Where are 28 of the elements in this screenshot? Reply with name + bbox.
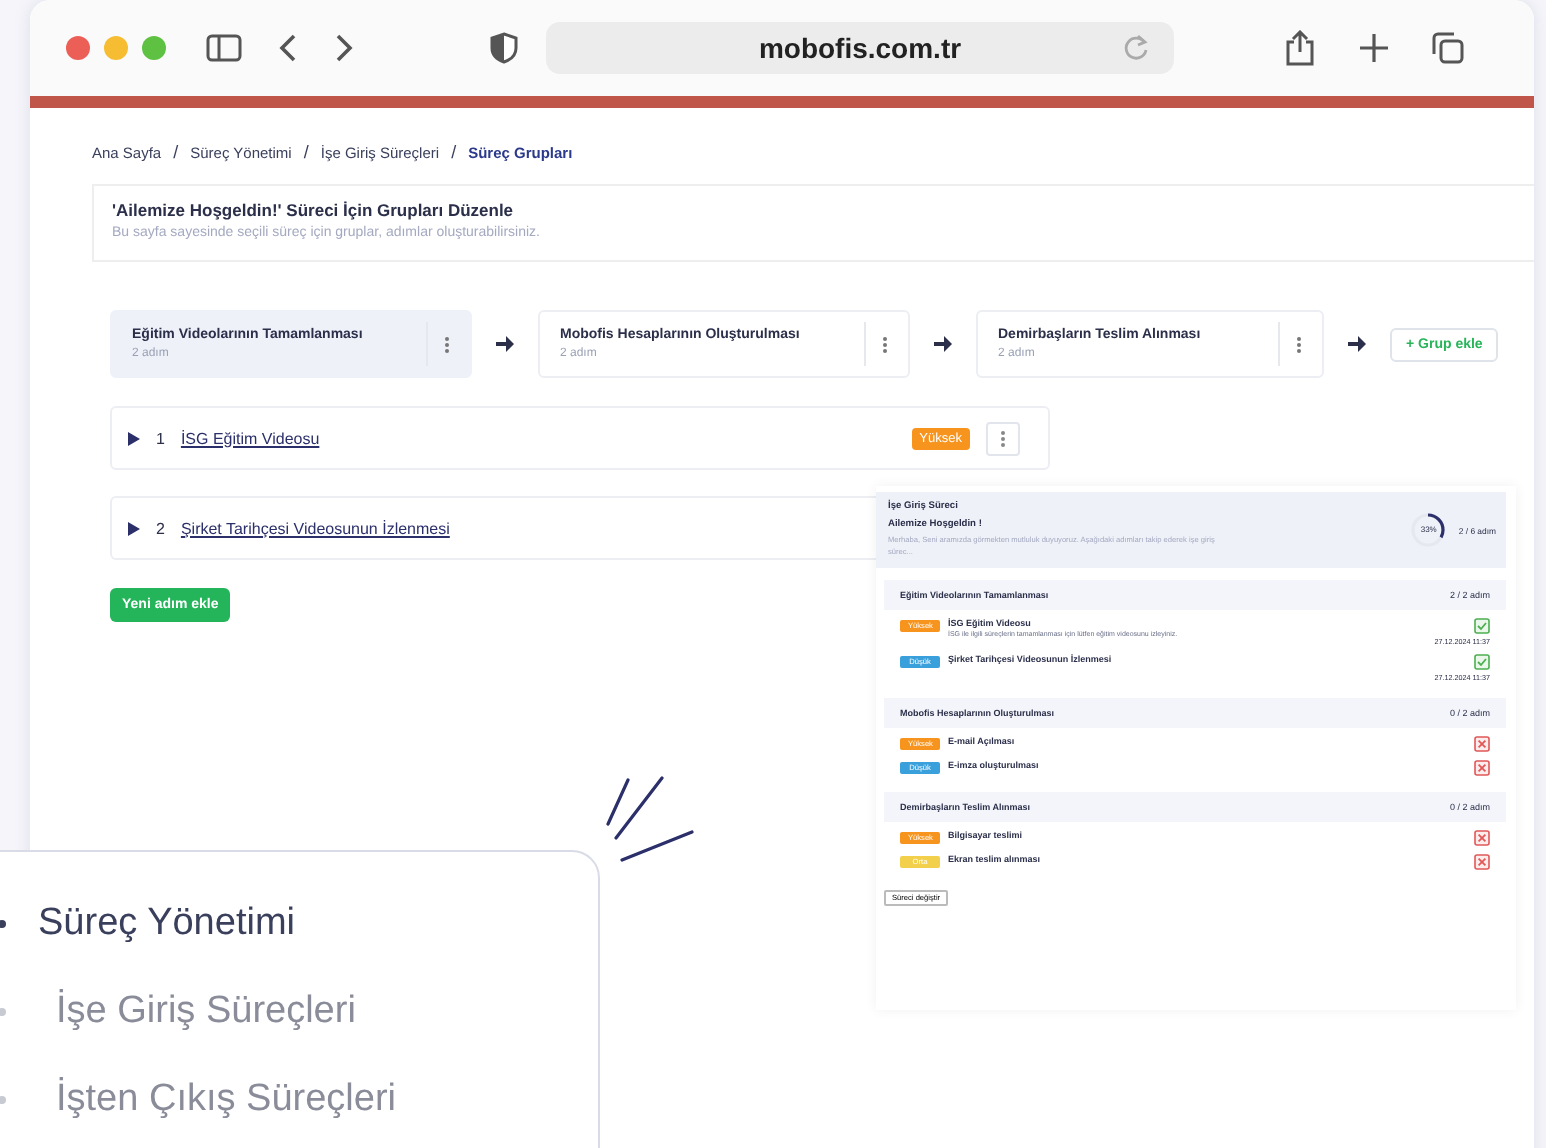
sidebar-icon[interactable] — [206, 34, 242, 62]
arrow-right-icon — [1348, 336, 1366, 352]
step-link[interactable]: İSG Eğitim Videosu — [180, 429, 320, 447]
expand-icon[interactable] — [128, 521, 140, 535]
more-icon[interactable] — [882, 335, 888, 353]
breadcrumb-separator: / — [173, 142, 179, 162]
shield-icon[interactable] — [490, 32, 518, 64]
arrow-right-icon — [934, 336, 952, 352]
forward-icon[interactable] — [334, 34, 354, 62]
step-number: 2 — [156, 519, 165, 537]
menu-item[interactable]: Süreç Yönetimi — [0, 880, 598, 968]
close-button[interactable] — [66, 36, 90, 60]
step-link[interactable]: Şirket Tarihçesi Videosunun İzlenmesi — [180, 519, 450, 537]
breadcrumb-separator: / — [451, 142, 457, 162]
arrow-right-icon — [496, 336, 514, 352]
page-title: 'Ailemize Hoşgeldin!' Süreci İçin Grupları Düzenle — [112, 200, 516, 220]
more-icon[interactable] — [444, 335, 450, 353]
more-icon[interactable] — [1296, 335, 1302, 353]
step-number: 1 — [156, 429, 165, 447]
breadcrumb-separator: / — [303, 142, 309, 162]
plus-icon[interactable] — [1360, 34, 1388, 62]
more-icon — [1000, 429, 1006, 447]
tabs-icon[interactable] — [1432, 32, 1464, 64]
more-button[interactable] — [986, 421, 1020, 455]
share-icon[interactable] — [1284, 30, 1316, 66]
back-icon[interactable] — [278, 34, 298, 62]
expand-icon[interactable] — [128, 431, 140, 445]
address-bar[interactable]: mobofis.com.tr — [546, 22, 1174, 74]
